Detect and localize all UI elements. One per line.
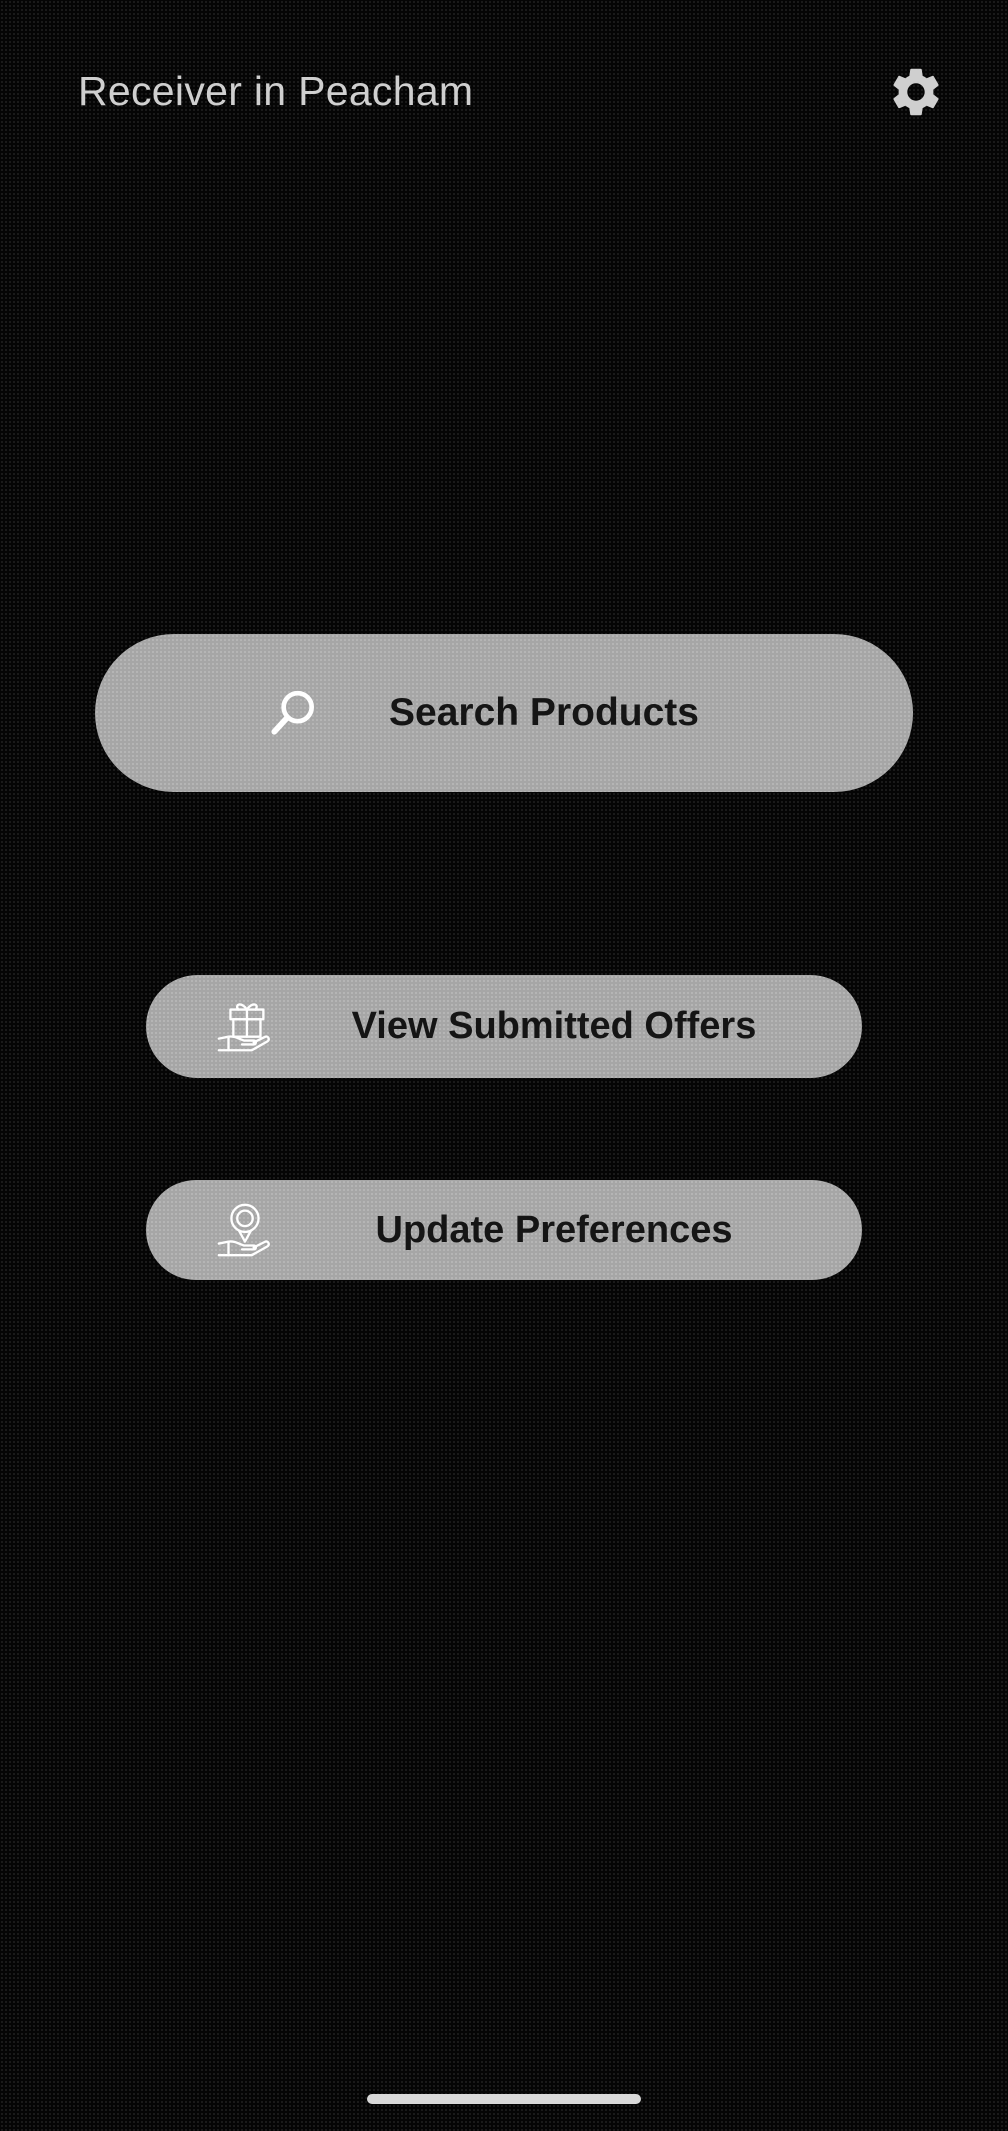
gear-icon [893, 68, 939, 116]
search-products-label: Search Products [389, 691, 699, 734]
update-preferences-label: Update Preferences [375, 1208, 733, 1251]
update-preferences-button[interactable]: Update Preferences [146, 1180, 862, 1280]
home-screen: Receiver in Peacham Search Products View… [0, 0, 1008, 2131]
view-submitted-offers-label: View Submitted Offers [351, 1005, 757, 1047]
view-submitted-offers-button[interactable]: View Submitted Offers [146, 975, 862, 1078]
settings-button[interactable] [884, 60, 948, 124]
search-products-button[interactable]: Search Products [95, 634, 913, 792]
page-title: Receiver in Peacham [78, 68, 474, 114]
home-indicator[interactable] [367, 2094, 641, 2104]
